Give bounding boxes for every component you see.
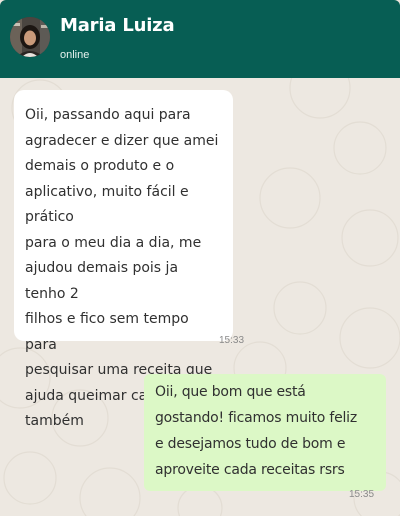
contact-status: online [60, 49, 90, 61]
incoming-message-time: 15:33 [219, 335, 245, 346]
incoming-message-bubble[interactable]: Oii, passando aqui para agradecer e dize… [14, 90, 233, 429]
outgoing-message-text: Oii, que bom que está gostando! ficamos … [155, 384, 358, 478]
outgoing-message-bubble[interactable]: Oii, que bom que está gostando! ficamos … [144, 374, 386, 491]
avatar-photo [10, 17, 50, 57]
contact-name[interactable]: Maria Luiza [60, 15, 175, 36]
contact-avatar[interactable] [10, 17, 50, 57]
chat-area: Oii, passando aqui para agradecer e dize… [0, 78, 400, 516]
chat-header: Maria Luiza online [0, 0, 400, 78]
outgoing-message-time: 15:35 [349, 489, 375, 500]
